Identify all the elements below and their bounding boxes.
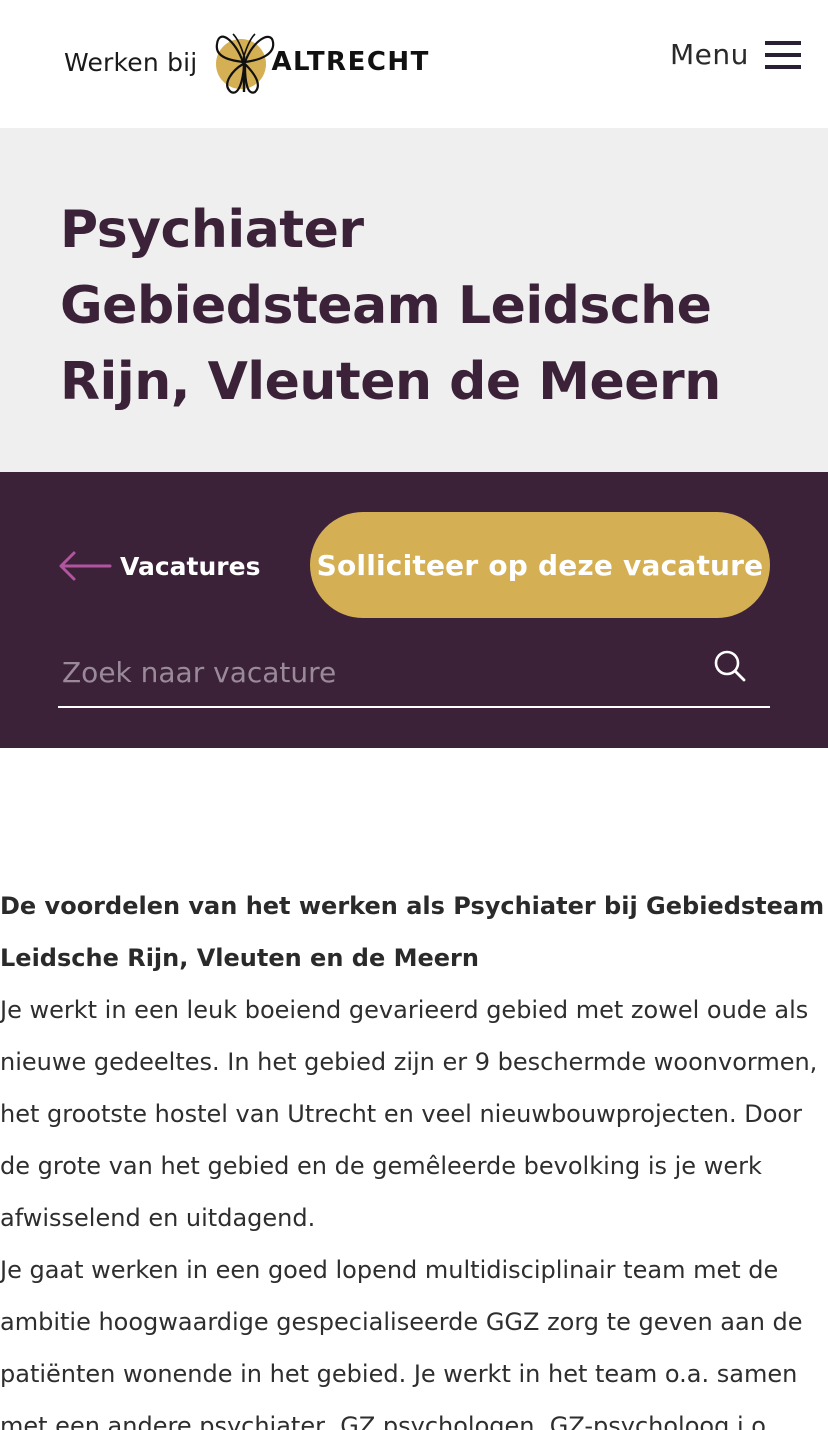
- menu-button[interactable]: Menu: [670, 34, 801, 74]
- butterfly-logo-icon: [213, 26, 279, 98]
- page-title: Psychiater Gebiedsteam Leidsche Rijn, Vl…: [60, 200, 721, 412]
- apply-button[interactable]: Solliciteer op deze vacature: [310, 512, 770, 618]
- action-bar: Vacatures Solliciteer op deze vacature: [0, 472, 828, 748]
- logo-wordmark: ALTRECHT: [271, 47, 430, 77]
- search-input[interactable]: [58, 638, 698, 706]
- vacancy-content: De voordelen van het werken als Psychiat…: [0, 880, 828, 1430]
- menu-label: Menu: [670, 37, 749, 71]
- back-to-vacancies-link[interactable]: Vacatures: [58, 544, 260, 588]
- paragraph-team: Je gaat werken in een goed lopend multid…: [0, 1256, 803, 1430]
- hero-section: Psychiater Gebiedsteam Leidsche Rijn, Vl…: [0, 128, 828, 472]
- paragraph-area: Je werkt in een leuk boeiend gevarieerd …: [0, 996, 818, 1232]
- back-label: Vacatures: [120, 551, 261, 581]
- arrow-left-icon: [59, 551, 112, 581]
- search-icon[interactable]: [710, 646, 750, 686]
- hamburger-icon: [764, 38, 801, 70]
- site-header: Werken bij ALTRECHT Menu: [0, 0, 828, 128]
- search-bar: [58, 638, 770, 708]
- benefits-heading: De voordelen van het werken als Psychiat…: [0, 892, 825, 972]
- home-logo-link[interactable]: Werken bij ALTRECHT: [64, 26, 430, 98]
- logo-prefix: Werken bij: [64, 47, 198, 77]
